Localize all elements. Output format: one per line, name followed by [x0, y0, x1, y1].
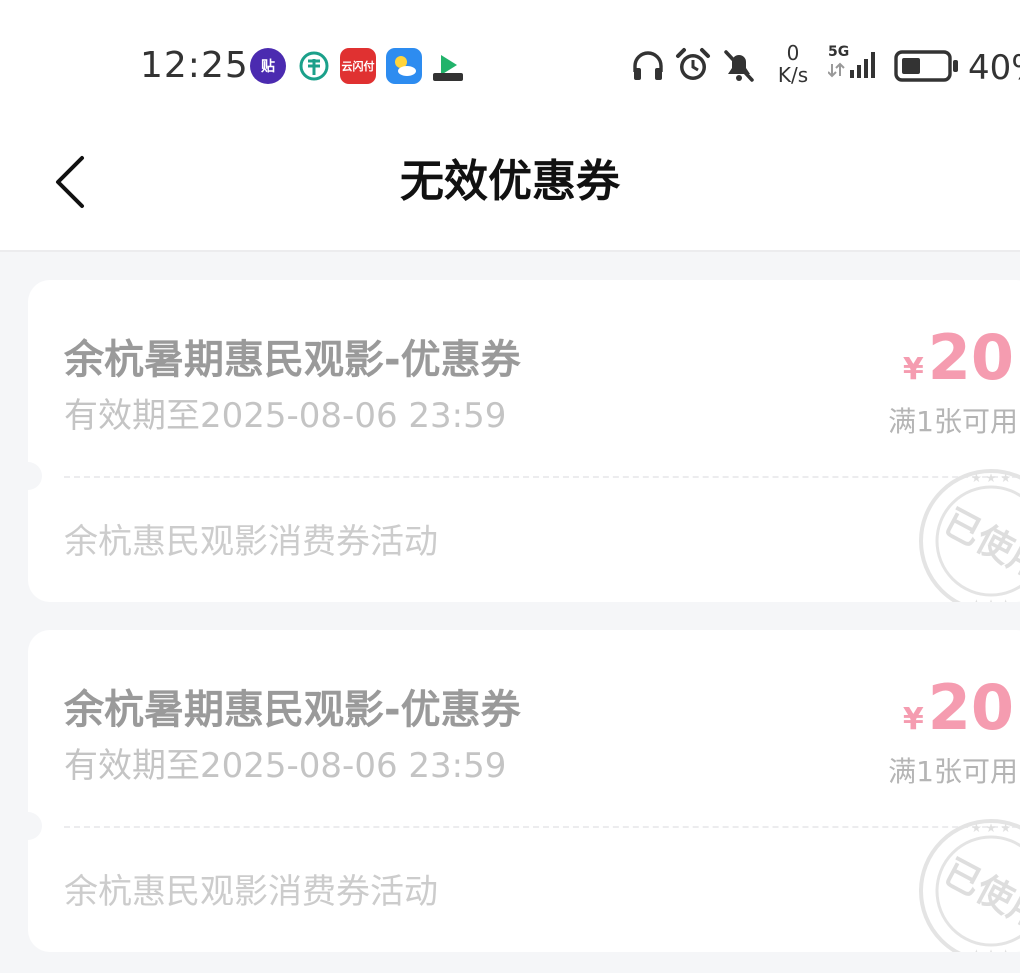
amount-value: 20 — [927, 321, 1014, 394]
svg-text:★ ★ ★: ★ ★ ★ — [971, 821, 1011, 835]
svg-text:★ ★ ★: ★ ★ ★ — [971, 597, 1011, 602]
coupon-expiry: 有效期至2025-08-06 23:59 — [64, 396, 507, 436]
top-area: 12:25 贴 云闪付 0 K/s 5G 40 无效优惠券 — [0, 0, 1020, 252]
nav-bar: 无效优惠券 — [0, 130, 1020, 250]
card-notch — [28, 812, 42, 840]
bell-muted-icon — [724, 50, 754, 82]
coupon-name: 余杭暑期惠民观影-优惠券 — [64, 687, 521, 733]
coupon-description: 余杭惠民观影消费券活动 — [64, 872, 438, 912]
yunshanfu-app-icon: 云闪付 — [340, 48, 376, 84]
battery-percentage: 40% — [968, 48, 1020, 88]
status-time: 12:25 — [140, 45, 249, 86]
used-stamp-icon: ★ ★ ★ ★ ★ ★ 已使用 — [916, 816, 1020, 952]
card-notch — [28, 462, 42, 490]
signal-strength-icon — [828, 52, 875, 78]
coupon-card[interactable]: 余杭暑期惠民观影-优惠券 有效期至2025-08-06 23:59 ¥20 满1… — [28, 280, 1020, 602]
alarm-clock-icon — [676, 48, 710, 80]
coupon-card[interactable]: 余杭暑期惠民观影-优惠券 有效期至2025-08-06 23:59 ¥20 满1… — [28, 630, 1020, 952]
headphones-icon — [633, 51, 663, 80]
coupon-condition: 满1张可用 — [888, 405, 1018, 438]
card-divider — [64, 476, 1020, 478]
currency-symbol: ¥ — [902, 702, 924, 737]
page-title: 无效优惠券 — [400, 156, 620, 207]
video-app-icon — [430, 48, 466, 84]
bank-logo-icon — [299, 51, 329, 81]
coupon-name: 余杭暑期惠民观影-优惠券 — [64, 337, 521, 383]
coupon-description: 余杭惠民观影消费券活动 — [64, 522, 438, 562]
status-bar: 12:25 贴 云闪付 0 K/s 5G 40 — [0, 0, 1020, 130]
svg-text:★ ★ ★: ★ ★ ★ — [971, 471, 1011, 485]
svg-text:★ ★ ★: ★ ★ ★ — [971, 947, 1011, 952]
currency-symbol: ¥ — [902, 352, 924, 387]
bank-app-icon — [296, 48, 332, 84]
coupon-expiry: 有效期至2025-08-06 23:59 — [64, 746, 507, 786]
battery-icon — [894, 50, 958, 82]
sun-cloud-icon — [395, 56, 416, 76]
play-icon — [433, 55, 463, 81]
tie-app-icon: 贴 — [250, 48, 286, 84]
weather-app-icon — [386, 48, 422, 84]
card-divider — [64, 826, 1020, 828]
coupon-amount: ¥20 — [903, 320, 1014, 396]
coupon-condition: 满1张可用 — [888, 755, 1018, 788]
amount-value: 20 — [927, 671, 1014, 744]
used-stamp-icon: ★ ★ ★ ★ ★ ★ 已使用 — [916, 466, 1020, 602]
coupon-amount: ¥20 — [903, 670, 1014, 746]
network-speed: 0 K/s — [777, 41, 809, 87]
